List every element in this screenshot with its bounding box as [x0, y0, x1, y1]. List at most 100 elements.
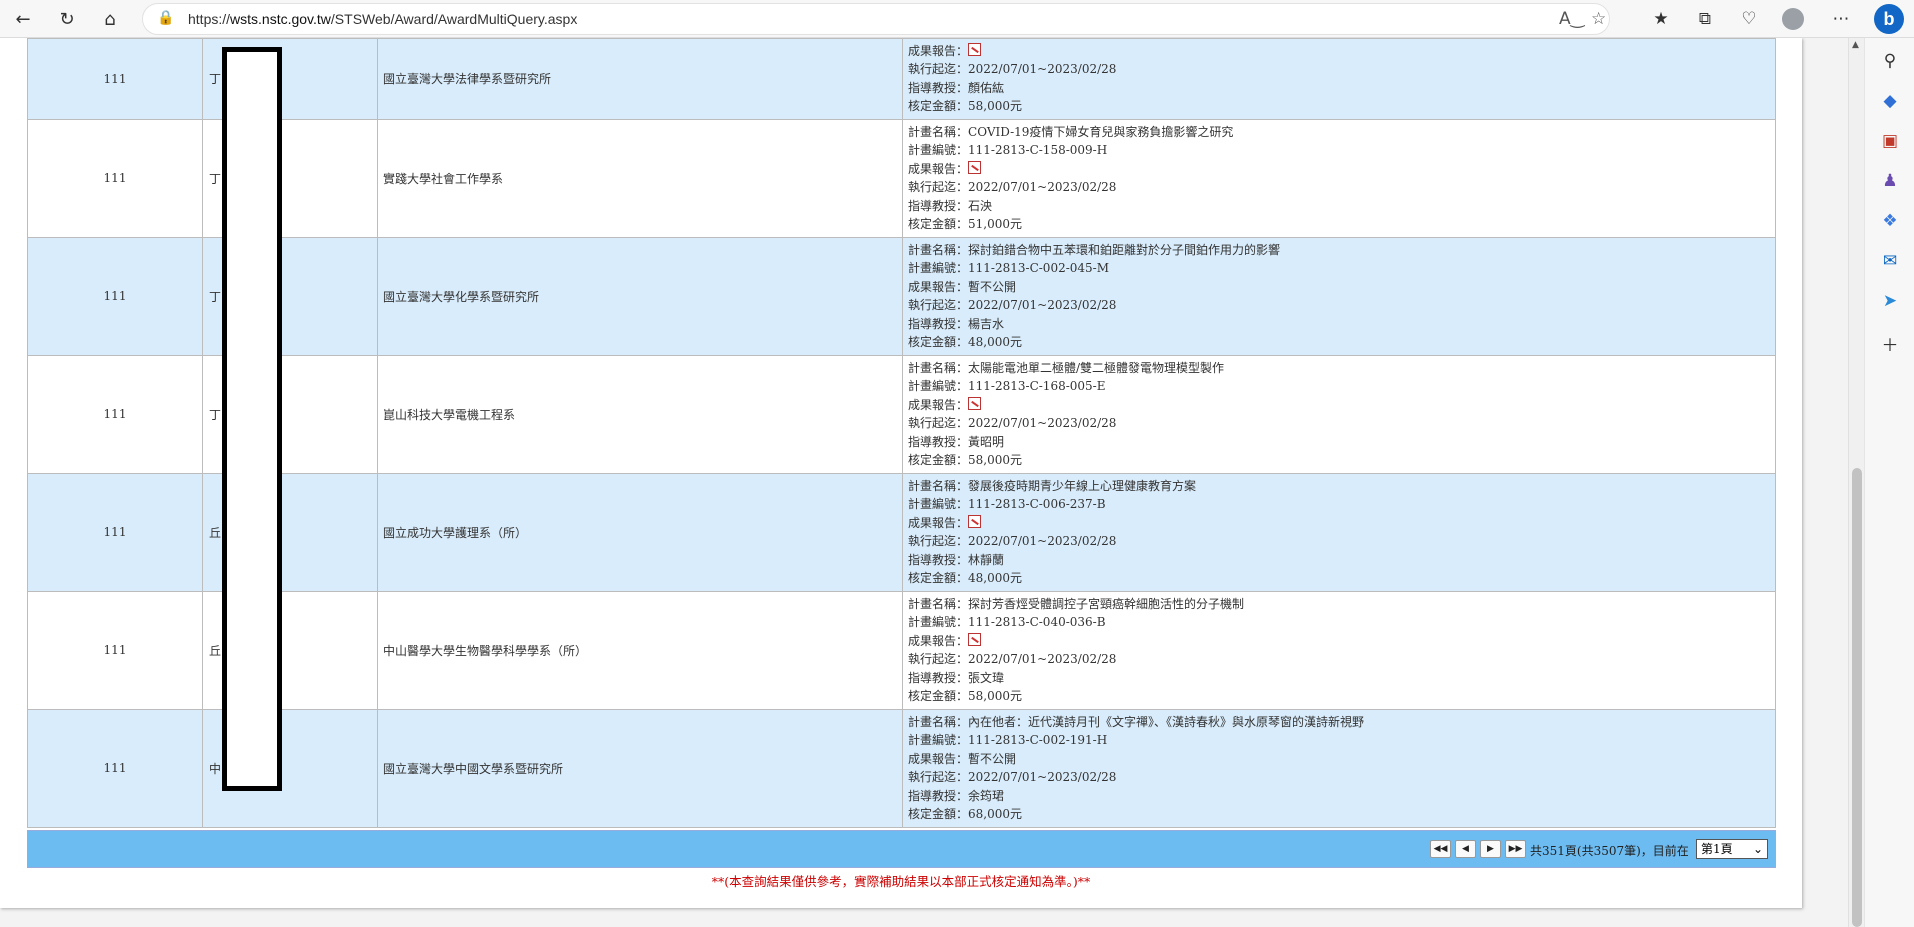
detail-advisor: 指導教授：林靜蘭 — [908, 551, 1775, 569]
detail-cell: 計畫名稱：內在他者：近代漢詩月刊《文字禪》、《漢詩春秋》與水原琴窗的漢詩新視野計… — [902, 708, 1776, 828]
detail-plan-no-value: 111-2813-C-158-009-H — [968, 143, 1108, 158]
detail-period: 執行起迄：2022/07/01~2023/02/28 — [908, 296, 1775, 314]
detail-label: 成果報告： — [908, 397, 969, 412]
detail-label: 計畫編號： — [908, 615, 969, 630]
detail-period-value: 2022/07/01~2023/02/28 — [968, 416, 1117, 431]
detail-label: 核定金額： — [908, 806, 969, 821]
last-page-button[interactable]: ▶▶ — [1505, 840, 1526, 858]
detail-advisor-value: 余筠珺 — [968, 788, 1005, 803]
read-aloud-icon[interactable]: A‿ — [1559, 9, 1584, 29]
pdf-report-icon[interactable] — [968, 43, 982, 56]
detail-label: 指導教授： — [908, 552, 969, 567]
detail-plan-no-value: 111-2813-C-040-036-B — [968, 615, 1106, 630]
detail-plan-no-value: 111-2813-C-006-237-B — [968, 497, 1106, 512]
detail-plan-no: 計畫編號：111-2813-C-006-237-B — [908, 495, 1775, 513]
school-cell: 中山醫學大學生物醫學科學學系（所） — [377, 590, 903, 710]
copilot-icon[interactable]: b — [1874, 4, 1904, 34]
address-bar[interactable]: 🔒 https://wsts.nstc.gov.tw/STSWeb/Award/… — [142, 3, 1610, 35]
detail-amount: 核定金額：68,000元 — [908, 805, 1775, 823]
redaction-box — [222, 47, 282, 791]
detail-plan-name-value: 探討芳香烴受體調控子宮頸癌幹細胞活性的分子機制 — [968, 596, 1245, 611]
detail-period: 執行起迄：2022/07/01~2023/02/28 — [908, 768, 1775, 786]
scroll-thumb[interactable] — [1852, 468, 1862, 927]
detail-plan-name-value: 探討鉑錯合物中五苯環和鉑距離對於分子間鉑作用力的影響 — [968, 242, 1281, 257]
detail-label: 計畫名稱： — [908, 242, 969, 257]
detail-period-value: 2022/07/01~2023/02/28 — [968, 298, 1117, 313]
drop-send-icon[interactable]: ➤ — [1877, 288, 1903, 314]
detail-period: 執行起迄：2022/07/01~2023/02/28 — [908, 60, 1775, 78]
detail-amount: 核定金額：51,000元 — [908, 215, 1775, 233]
detail-plan-name: 計畫名稱：COVID-19疫情下婦女育兒與家務負擔影響之研究 — [908, 123, 1775, 141]
pdf-report-icon[interactable] — [968, 396, 982, 410]
page-body: 111 丁國立臺灣大學法律學系暨研究所 成果報告： 執行起迄：2022/07/01~2… — [0, 38, 1802, 908]
prev-page-button[interactable]: ◀ — [1455, 840, 1476, 858]
favorite-star-icon[interactable]: ☆ — [1591, 9, 1606, 29]
back-icon[interactable]: ← — [8, 4, 38, 34]
detail-label: 成果報告： — [908, 279, 969, 294]
detail-plan-name: 計畫名稱：太陽能電池單二極體/雙二極體發電物理模型製作 — [908, 359, 1775, 377]
detail-label: 指導教授： — [908, 316, 969, 331]
table-row: 111 丁國立臺灣大學法律學系暨研究所 成果報告： 執行起迄：2022/07/01~2… — [27, 38, 1776, 120]
shopping-tag-icon[interactable]: ◆ — [1877, 88, 1903, 114]
detail-label: 成果報告： — [908, 751, 969, 766]
detail-plan-no: 計畫編號：111-2813-C-168-005-E — [908, 377, 1775, 395]
microsoft365-icon[interactable]: ❖ — [1877, 208, 1903, 234]
next-page-button[interactable]: ▶ — [1480, 840, 1501, 858]
detail-label: 計畫編號： — [908, 497, 969, 512]
detail-cell: 計畫名稱：發展後疫時期青少年線上心理健康教育方案 計畫編號：111-2813-C-… — [902, 472, 1776, 592]
page-select[interactable]: 第1頁 ⌄ — [1696, 839, 1768, 859]
pdf-report-icon[interactable] — [968, 514, 982, 528]
detail-report-value: 暫不公開 — [968, 751, 1017, 766]
detail-label: 成果報告： — [908, 515, 969, 530]
home-icon[interactable]: ⌂ — [95, 4, 125, 34]
refresh-icon[interactable]: ↻ — [52, 4, 82, 34]
url-text[interactable]: https://wsts.nstc.gov.tw/STSWeb/Award/Aw… — [188, 11, 577, 27]
detail-period-value: 2022/07/01~2023/02/28 — [968, 534, 1117, 549]
detail-plan-no-value: 111-2813-C-168-005-E — [968, 379, 1106, 394]
detail-amount-value: 68,000元 — [968, 806, 1023, 821]
detail-label: 核定金額： — [908, 334, 969, 349]
detail-period: 執行起迄：2022/07/01~2023/02/28 — [908, 178, 1775, 196]
detail-cell: 計畫名稱：太陽能電池單二極體/雙二極體發電物理模型製作 計畫編號：111-2813… — [902, 354, 1776, 474]
scroll-up-icon[interactable]: ▲ — [1852, 40, 1859, 50]
detail-cell: 成果報告： 執行起迄：2022/07/01~2023/02/28 指導教授：顏佑紘核… — [902, 38, 1776, 120]
more-menu-icon[interactable]: ⋯ — [1826, 4, 1856, 34]
year-cell: 111 — [27, 590, 203, 710]
detail-advisor-value: 楊吉水 — [968, 316, 1005, 331]
favorites-icon[interactable]: ★ — [1646, 4, 1676, 34]
detail-plan-name: 計畫名稱：探討鉑錯合物中五苯環和鉑距離對於分子間鉑作用力的影響 — [908, 241, 1775, 259]
detail-label: 計畫名稱： — [908, 714, 969, 729]
edge-sidebar: ⚲ ◆ ▣ ♟ ❖ ✉ ➤ ＋ — [1864, 38, 1914, 927]
games-icon[interactable]: ♟ — [1877, 168, 1903, 194]
school-cell: 國立臺灣大學中國文學系暨研究所 — [377, 708, 903, 828]
detail-period-value: 2022/07/01~2023/02/28 — [968, 652, 1117, 667]
pdf-report-icon[interactable] — [968, 160, 982, 174]
profile-icon[interactable] — [1778, 4, 1808, 34]
detail-plan-name: 計畫名稱：發展後疫時期青少年線上心理健康教育方案 — [908, 477, 1775, 495]
table-row: 111 丁實踐大學社會工作學系 計畫名稱：COVID-19疫情下婦女育兒與家務負擔影… — [27, 118, 1776, 238]
school-cell: 實踐大學社會工作學系 — [377, 118, 903, 238]
outlook-icon[interactable]: ✉ — [1877, 248, 1903, 274]
avatar — [1782, 8, 1804, 30]
tools-briefcase-icon[interactable]: ▣ — [1877, 128, 1903, 154]
detail-plan-name-value: 內在他者：近代漢詩月刊《文字禪》、《漢詩春秋》與水原琴窗的漢詩新視野 — [968, 714, 1365, 729]
collections-icon[interactable]: ⧉ — [1690, 4, 1720, 34]
page-scrollbar[interactable]: ▲ — [1848, 38, 1864, 927]
detail-advisor-value: 黃昭明 — [968, 434, 1005, 449]
detail-label: 計畫名稱： — [908, 124, 969, 139]
year-cell: 111 — [27, 236, 203, 356]
detail-label: 執行起迄： — [908, 298, 969, 313]
detail-plan-name-value: 發展後疫時期青少年線上心理健康教育方案 — [968, 478, 1197, 493]
school-cell: 國立臺灣大學化學系暨研究所 — [377, 236, 903, 356]
pdf-report-icon[interactable] — [968, 632, 982, 646]
detail-advisor: 指導教授：顏佑紘 — [908, 79, 1775, 97]
detail-label: 指導教授： — [908, 788, 969, 803]
browser-essentials-icon[interactable]: ♡ — [1734, 4, 1764, 34]
first-page-button[interactable]: ◀◀ — [1430, 840, 1451, 858]
detail-report: 成果報告：暫不公開 — [908, 278, 1775, 296]
detail-plan-no-value: 111-2813-C-002-045-M — [968, 261, 1110, 276]
search-icon[interactable]: ⚲ — [1877, 48, 1903, 74]
add-icon[interactable]: ＋ — [1877, 330, 1903, 356]
detail-advisor: 指導教授：黃昭明 — [908, 433, 1775, 451]
detail-label: 指導教授： — [908, 670, 969, 685]
